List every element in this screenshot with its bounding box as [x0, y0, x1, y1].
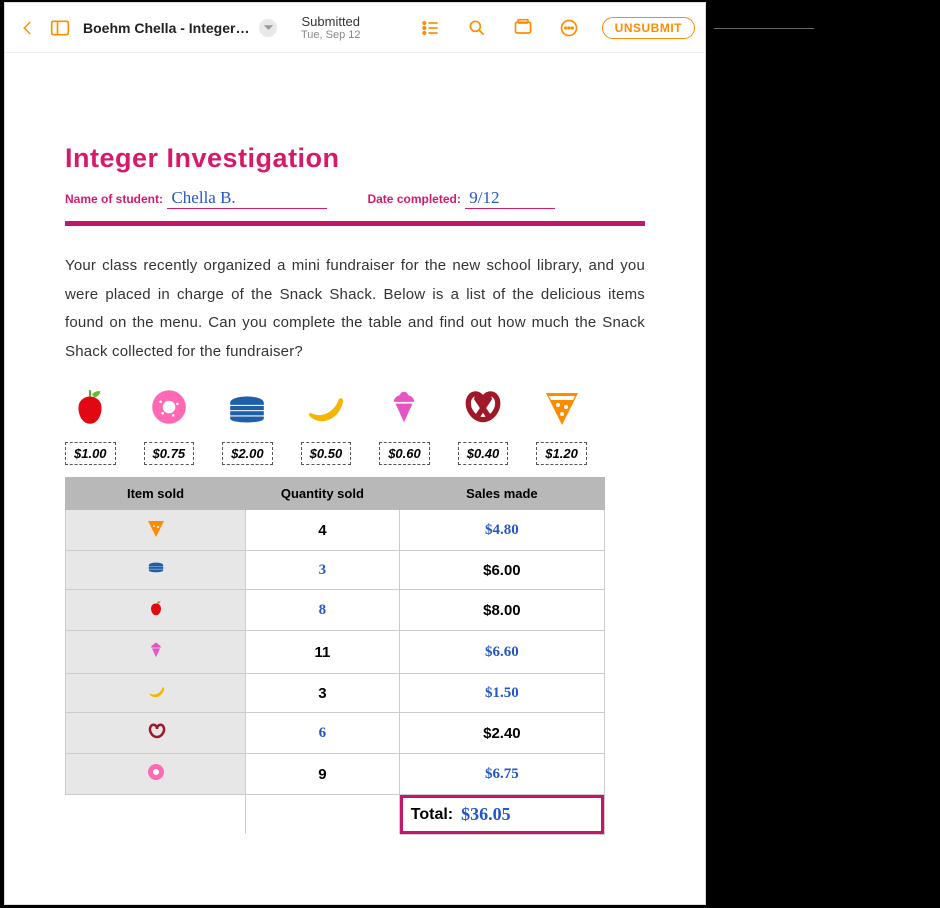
table-row: 9 $6.75: [66, 754, 605, 795]
col-item: Item sold: [66, 478, 246, 510]
sales-cell: $1.50: [399, 674, 604, 713]
student-name-value: Chella B.: [167, 188, 327, 209]
pretzel-icon: [146, 721, 166, 741]
price-pretzel: $0.40: [458, 442, 509, 465]
sales-cell: $8.00: [399, 590, 604, 631]
menu-item-pizza: $1.20: [536, 384, 587, 465]
sales-cell: $4.80: [399, 510, 604, 551]
menu-item-burger: $2.00: [222, 384, 273, 465]
table-row: 3 $1.50: [66, 674, 605, 713]
banana-icon: [303, 384, 349, 430]
menu-item-donut: $0.75: [144, 384, 195, 465]
table-row: 6 $2.40: [66, 713, 605, 754]
table-row: 4 $4.80: [66, 510, 605, 551]
total-box: Total: $36.05: [400, 795, 604, 834]
date-value: 9/12: [465, 188, 555, 209]
pizza-icon: [146, 518, 166, 538]
document-title: Boehm Chella - Integers I...: [83, 20, 253, 36]
menu-item-pretzel: $0.40: [458, 384, 509, 465]
qty-cell: 11: [246, 631, 400, 674]
banana-icon: [146, 682, 166, 702]
toolbar: Boehm Chella - Integers I... Submitted T…: [5, 3, 705, 53]
sales-cell: $6.60: [399, 631, 604, 674]
menu-item-apple: $1.00: [65, 384, 116, 465]
total-value: $36.05: [461, 804, 511, 825]
sales-cell: $6.75: [399, 754, 604, 795]
date-label: Date completed:: [367, 192, 460, 206]
title-dropdown-icon[interactable]: [259, 19, 277, 37]
pretzel-icon: [460, 384, 506, 430]
price-burger: $2.00: [222, 442, 273, 465]
worksheet-title: Integer Investigation: [65, 143, 645, 174]
qty-cell: 4: [246, 510, 400, 551]
divider: [65, 221, 645, 226]
price-banana: $0.50: [301, 442, 352, 465]
more-icon[interactable]: [556, 15, 582, 41]
sidebar-icon[interactable]: [47, 15, 73, 41]
callout-line: [714, 28, 814, 29]
table-row: 11 $6.60: [66, 631, 605, 674]
menu-item-icecream: $0.60: [379, 384, 430, 465]
sales-cell: $6.00: [399, 551, 604, 590]
sales-cell: $2.40: [399, 713, 604, 754]
status-date: Tue, Sep 12: [301, 29, 361, 41]
table-row: 3 $6.00: [66, 551, 605, 590]
icecream-icon: [381, 384, 427, 430]
worksheet-instructions: Your class recently organized a mini fun…: [65, 252, 645, 366]
table-total-row: Total: $36.05: [66, 795, 605, 835]
donut-icon: [146, 762, 166, 782]
icecream-icon: [146, 639, 166, 659]
presentation-icon[interactable]: [510, 15, 536, 41]
price-icecream: $0.60: [379, 442, 430, 465]
qty-cell: 3: [246, 674, 400, 713]
list-icon[interactable]: [418, 15, 444, 41]
col-qty: Quantity sold: [246, 478, 400, 510]
total-label: Total:: [411, 806, 453, 824]
price-donut: $0.75: [144, 442, 195, 465]
pizza-icon: [539, 384, 585, 430]
back-icon[interactable]: [15, 15, 41, 41]
document-page: Integer Investigation Name of student: C…: [5, 53, 705, 855]
qty-cell: 3: [246, 551, 400, 590]
donut-icon: [146, 384, 192, 430]
qty-cell: 9: [246, 754, 400, 795]
qty-cell: 6: [246, 713, 400, 754]
table-row: 8 $8.00: [66, 590, 605, 631]
price-pizza: $1.20: [536, 442, 587, 465]
menu-items-row: $1.00 $0.75 $2.00 $0.50: [65, 384, 645, 465]
search-icon[interactable]: [464, 15, 490, 41]
apple-icon: [67, 384, 113, 430]
submission-status: Submitted Tue, Sep 12: [301, 14, 361, 41]
burger-icon: [224, 384, 270, 430]
apple-icon: [146, 598, 166, 618]
price-apple: $1.00: [65, 442, 116, 465]
sales-table: Item sold Quantity sold Sales made 4 $4.…: [65, 477, 605, 835]
unsubmit-button[interactable]: UNSUBMIT: [602, 17, 695, 39]
student-name-label: Name of student:: [65, 192, 163, 206]
burger-icon: [146, 559, 166, 579]
menu-item-banana: $0.50: [301, 384, 352, 465]
qty-cell: 8: [246, 590, 400, 631]
status-label: Submitted: [301, 14, 361, 29]
col-sales: Sales made: [399, 478, 604, 510]
